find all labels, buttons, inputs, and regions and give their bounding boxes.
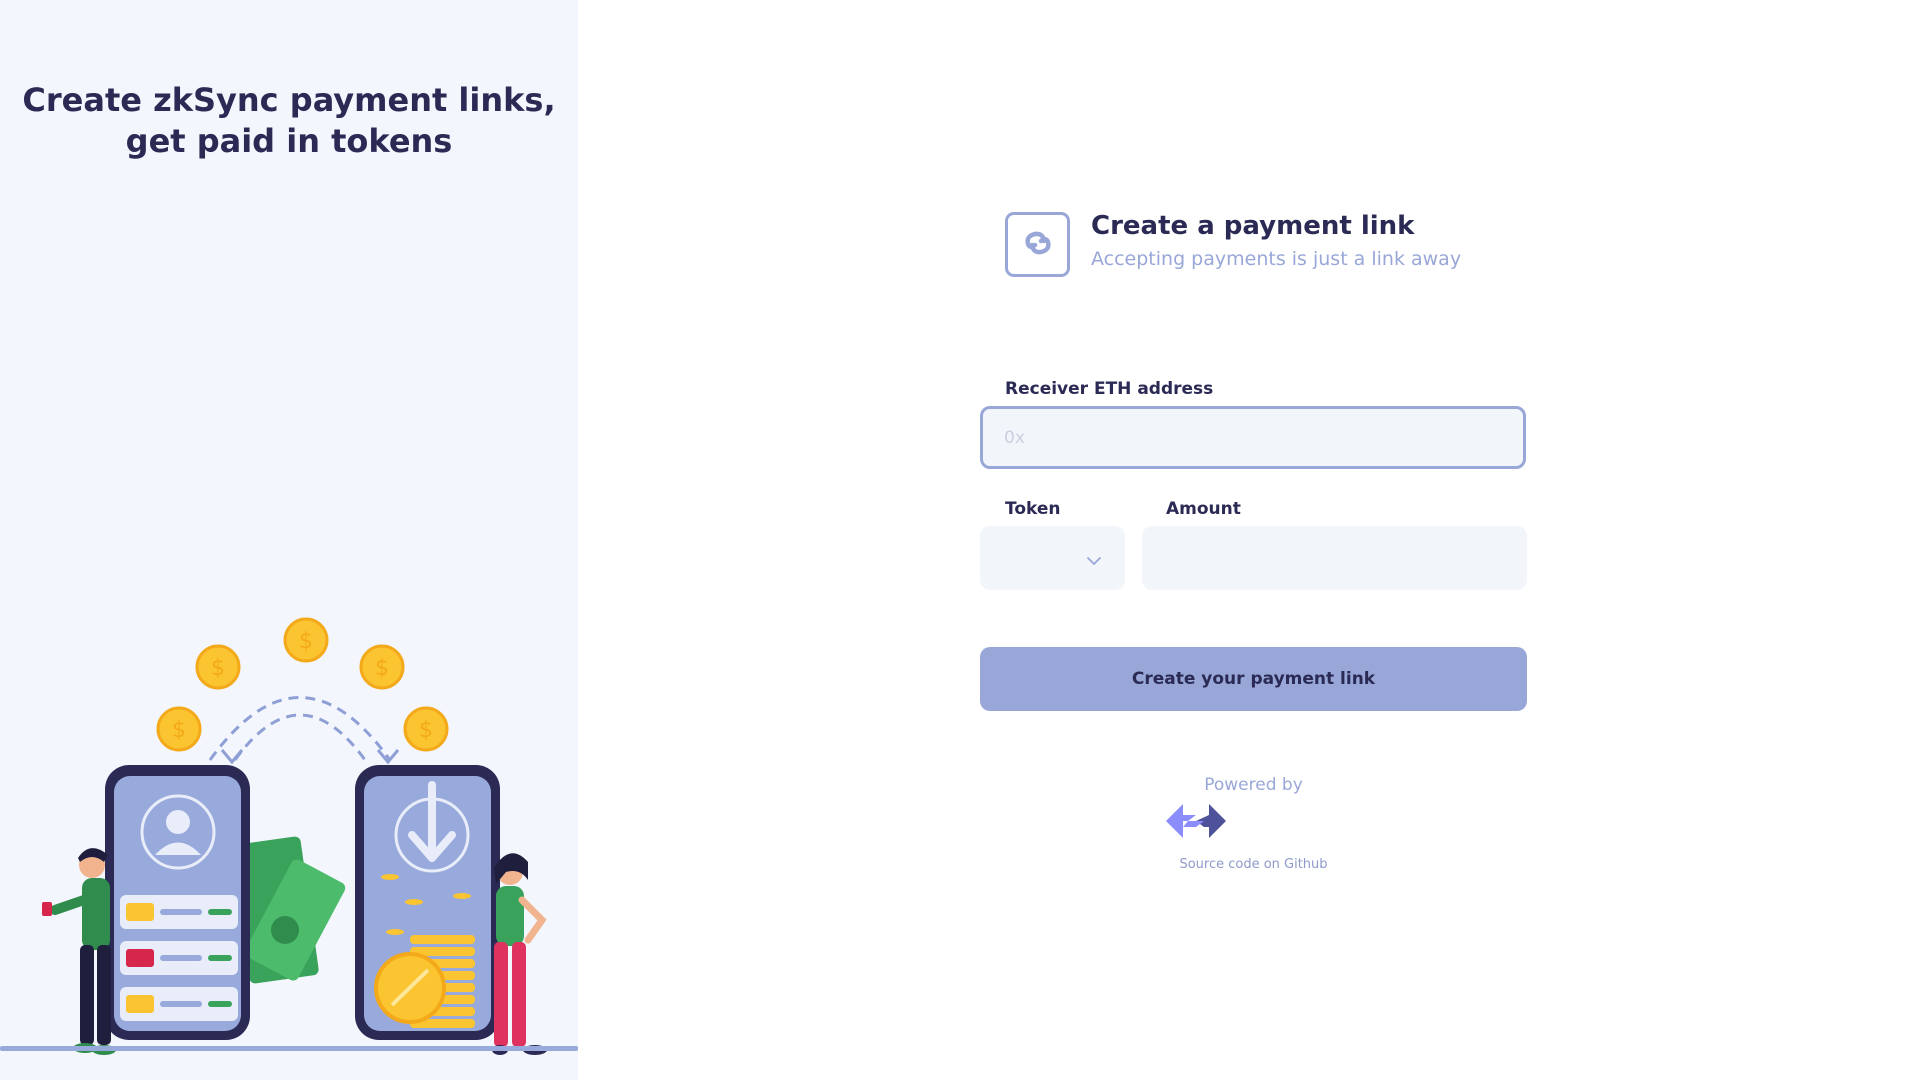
svg-text:$: $ <box>211 656 225 681</box>
coin-icons: $ $ $ $ $ <box>156 617 449 752</box>
hero-panel: Create zkSync payment links, get paid in… <box>0 0 578 1080</box>
hero-title-line2: get paid in tokens <box>125 122 453 160</box>
address-label: Receiver ETH address <box>1005 379 1214 399</box>
github-link[interactable]: Source code on Github <box>980 857 1527 872</box>
token-label: Token <box>1005 499 1061 519</box>
page-title: Create a payment link <box>1091 211 1415 241</box>
svg-text:$: $ <box>299 629 313 654</box>
svg-text:$: $ <box>375 656 389 681</box>
address-input[interactable] <box>980 406 1526 469</box>
zksync-logo-icon[interactable] <box>1166 804 1226 842</box>
create-link-button[interactable]: Create your payment link <box>980 647 1527 711</box>
amount-input[interactable] <box>1142 526 1527 590</box>
token-select[interactable] <box>980 526 1125 590</box>
app-logo <box>1005 212 1070 277</box>
receiver-phone-icon <box>355 765 500 1040</box>
hero-title-line1: Create zkSync payment links, <box>22 81 556 119</box>
svg-text:$: $ <box>419 718 433 743</box>
page-subtitle: Accepting payments is just a link away <box>1091 248 1462 270</box>
payment-illustration: $ $ $ $ $ <box>0 617 578 1055</box>
amount-label: Amount <box>1166 499 1241 519</box>
powered-by-text: Powered by <box>1204 775 1303 795</box>
hero-title: Create zkSync payment links, get paid in… <box>0 80 578 162</box>
chain-link-icon <box>1018 223 1058 267</box>
svg-text:$: $ <box>172 718 186 743</box>
woman-figure-icon <box>492 853 547 1055</box>
man-figure-icon <box>42 848 116 1055</box>
chevron-down-icon <box>1087 551 1101 570</box>
sender-phone-icon <box>105 765 250 1040</box>
